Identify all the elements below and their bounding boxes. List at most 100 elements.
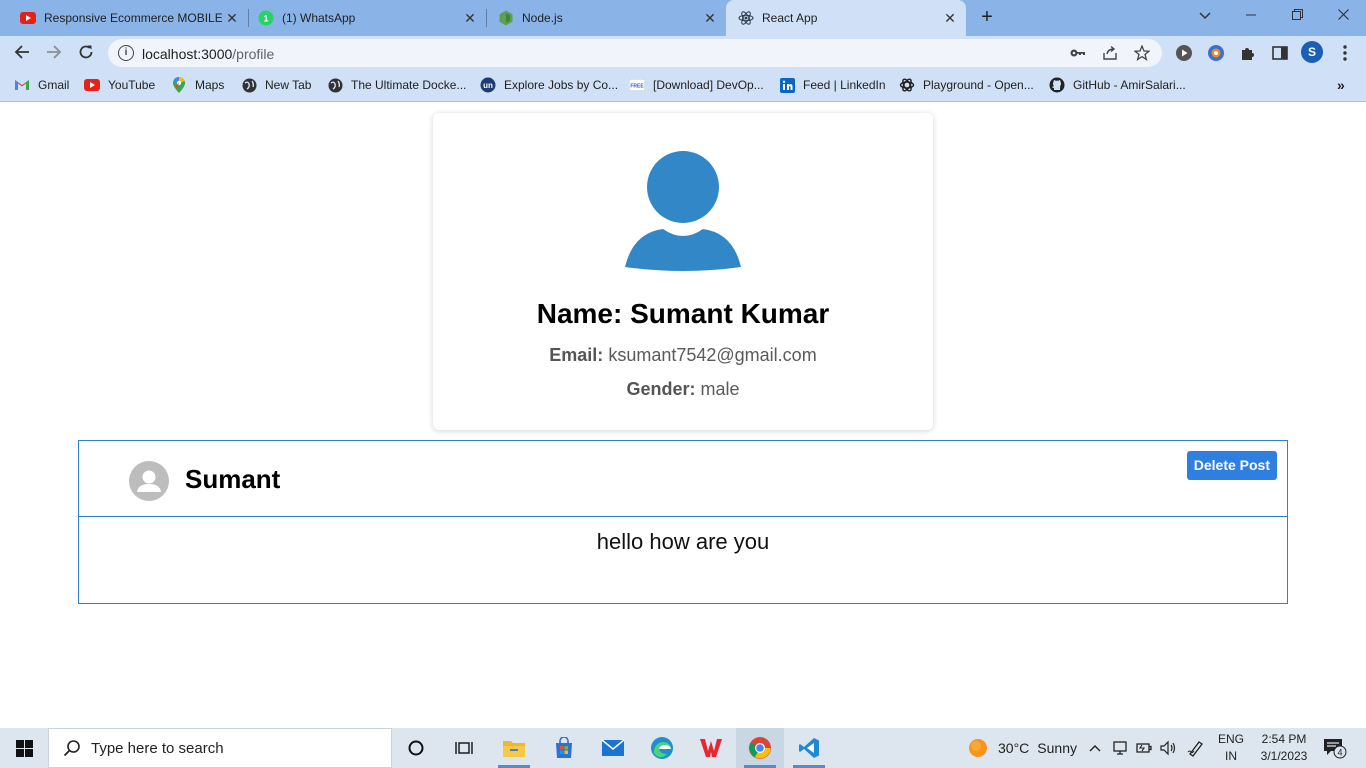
close-tab-icon[interactable]: ✕ (940, 10, 960, 27)
chrome-icon[interactable] (736, 728, 784, 768)
bookmark-linkedin[interactable]: Feed | LinkedIn (779, 76, 886, 94)
vscode-icon[interactable] (785, 728, 833, 768)
microsoft-store-icon[interactable] (540, 728, 588, 768)
kebab-menu-icon[interactable] (1336, 44, 1354, 62)
url-path: /profile (232, 46, 275, 62)
tab-title: React App (762, 11, 818, 25)
extensions-puzzle-icon[interactable] (1239, 44, 1257, 62)
tab-search-chevron-icon[interactable] (1182, 0, 1228, 32)
more-bookmarks-chevron-icon[interactable]: » (1337, 76, 1345, 94)
tab-nodejs[interactable]: Node.js ✕ (478, 0, 726, 36)
bookmark-label: Gmail (38, 78, 70, 92)
bookmark-docker[interactable]: The Ultimate Docke... (327, 76, 466, 94)
bookmark-star-icon[interactable] (1134, 45, 1150, 61)
tab-whatsapp[interactable]: 1 (1) WhatsApp ✕ (238, 0, 486, 36)
bookmark-new-tab[interactable]: New Tab (241, 76, 311, 94)
reload-icon[interactable] (74, 40, 98, 64)
weather-widget[interactable]: 30°C Sunny (968, 728, 1077, 768)
close-window-icon[interactable] (1320, 0, 1366, 32)
profile-card: Name: Sumant Kumar Email: ksumant7542@gm… (433, 113, 933, 430)
delete-post-button[interactable]: Delete Post (1186, 451, 1277, 480)
wps-office-icon[interactable] (687, 728, 735, 768)
cortana-circle-icon[interactable] (392, 728, 440, 768)
bookmark-maps[interactable]: Maps (171, 76, 224, 94)
free-badge-icon: FREE (629, 77, 645, 93)
pen-ink-icon[interactable] (1187, 728, 1205, 768)
search-placeholder: Type here to search (91, 739, 224, 757)
page-content: Name: Sumant Kumar Email: ksumant7542@gm… (0, 103, 1366, 728)
clock-time: 2:54 PM (1261, 732, 1307, 746)
gender-label: Gender: (626, 379, 696, 399)
clock-date: 3/1/2023 (1260, 749, 1308, 763)
bookmark-openai-playground[interactable]: Playground - Open... (899, 76, 1034, 94)
post-header: Sumant Delete Post (79, 441, 1287, 517)
notification-center-icon[interactable]: 4 (1323, 728, 1347, 768)
show-hidden-icons-chevron-icon[interactable] (1089, 728, 1101, 768)
mail-icon[interactable] (589, 728, 637, 768)
nodejs-icon (498, 10, 514, 26)
minimize-icon[interactable] (1228, 0, 1274, 32)
person-icon (137, 470, 161, 492)
tab-title: Node.js (522, 11, 563, 25)
media-control-icon[interactable] (1175, 44, 1193, 62)
address-bar[interactable]: i localhost:3000/profile (108, 39, 1162, 67)
post-content: hello how are you (596, 529, 770, 554)
back-arrow-icon[interactable] (10, 40, 34, 64)
notification-count: 4 (1337, 748, 1342, 758)
github-icon (1049, 77, 1065, 93)
post-card: Sumant Delete Post hello how are you (78, 440, 1288, 604)
search-icon (63, 740, 80, 757)
volume-icon[interactable] (1160, 728, 1178, 768)
taskbar-clock[interactable]: 2:54 PM 3/1/2023 (1252, 731, 1316, 765)
bookmark-explore-jobs[interactable]: un Explore Jobs by Co... (480, 76, 618, 94)
key-icon[interactable] (1070, 45, 1086, 61)
language-indicator[interactable]: ENG IN (1216, 731, 1246, 765)
close-tab-icon[interactable]: ✕ (700, 10, 720, 27)
tab-title: (1) WhatsApp (282, 11, 356, 25)
windows-start-icon[interactable] (0, 728, 48, 768)
email-value: ksumant7542@gmail.com (608, 345, 817, 365)
gmail-icon (14, 77, 30, 93)
windows-taskbar: Type here to search 30°C Sunny ENG IN 2:… (0, 728, 1366, 768)
url-text: localhost:3000/profile (142, 46, 274, 62)
forward-arrow-icon[interactable] (42, 40, 66, 64)
linkedin-icon (779, 77, 795, 93)
bookmark-devops-download[interactable]: FREE [Download] DevOp... (629, 76, 764, 94)
bookmark-label: New Tab (265, 78, 312, 92)
gender-value: male (700, 379, 740, 399)
new-tab-plus-icon[interactable]: + (976, 6, 998, 28)
bookmark-label: The Ultimate Docke... (351, 78, 467, 92)
side-panel-icon[interactable] (1271, 44, 1289, 62)
tab-react-app[interactable]: React App ✕ (726, 0, 966, 36)
close-tab-icon[interactable]: ✕ (460, 10, 480, 27)
restore-icon[interactable] (1274, 0, 1320, 32)
network-icon[interactable] (1112, 728, 1130, 768)
bookmark-gmail[interactable]: Gmail (14, 76, 69, 94)
tab-responsive-ecommerce[interactable]: Responsive Ecommerce MOBILE ✕ (0, 0, 248, 36)
react-icon (738, 10, 754, 26)
battery-plug-icon[interactable] (1136, 728, 1154, 768)
share-icon[interactable] (1102, 45, 1118, 61)
lang-line1: ENG (1217, 732, 1244, 746)
svg-text:un: un (483, 81, 493, 90)
tab-strip: Responsive Ecommerce MOBILE ✕ 1 (1) What… (0, 0, 1366, 36)
bookmark-youtube[interactable]: YouTube (84, 76, 155, 94)
edge-browser-icon[interactable] (638, 728, 686, 768)
profile-gender: Gender: male (433, 379, 933, 400)
taskbar-search-box[interactable]: Type here to search (48, 728, 392, 768)
post-author: Sumant (185, 464, 281, 494)
extension-shield-icon[interactable] (1207, 44, 1225, 62)
profile-email: Email: ksumant7542@gmail.com (433, 345, 933, 366)
un-logo-icon: un (480, 77, 496, 93)
globe-icon (327, 77, 343, 93)
file-explorer-icon[interactable] (490, 728, 538, 768)
bookmark-label: Feed | LinkedIn (803, 78, 886, 92)
profile-avatar[interactable]: S (1301, 41, 1323, 63)
tab-title: Responsive Ecommerce MOBILE (44, 11, 222, 25)
email-label: Email: (549, 345, 604, 365)
site-info-icon[interactable]: i (118, 45, 134, 61)
task-view-icon[interactable] (440, 728, 488, 768)
bookmarks-bar: Gmail YouTube Maps New Tab The Ultimate … (0, 68, 1366, 102)
url-host: localhost:3000 (142, 46, 233, 62)
bookmark-github[interactable]: GitHub - AmirSalari... (1049, 76, 1186, 94)
